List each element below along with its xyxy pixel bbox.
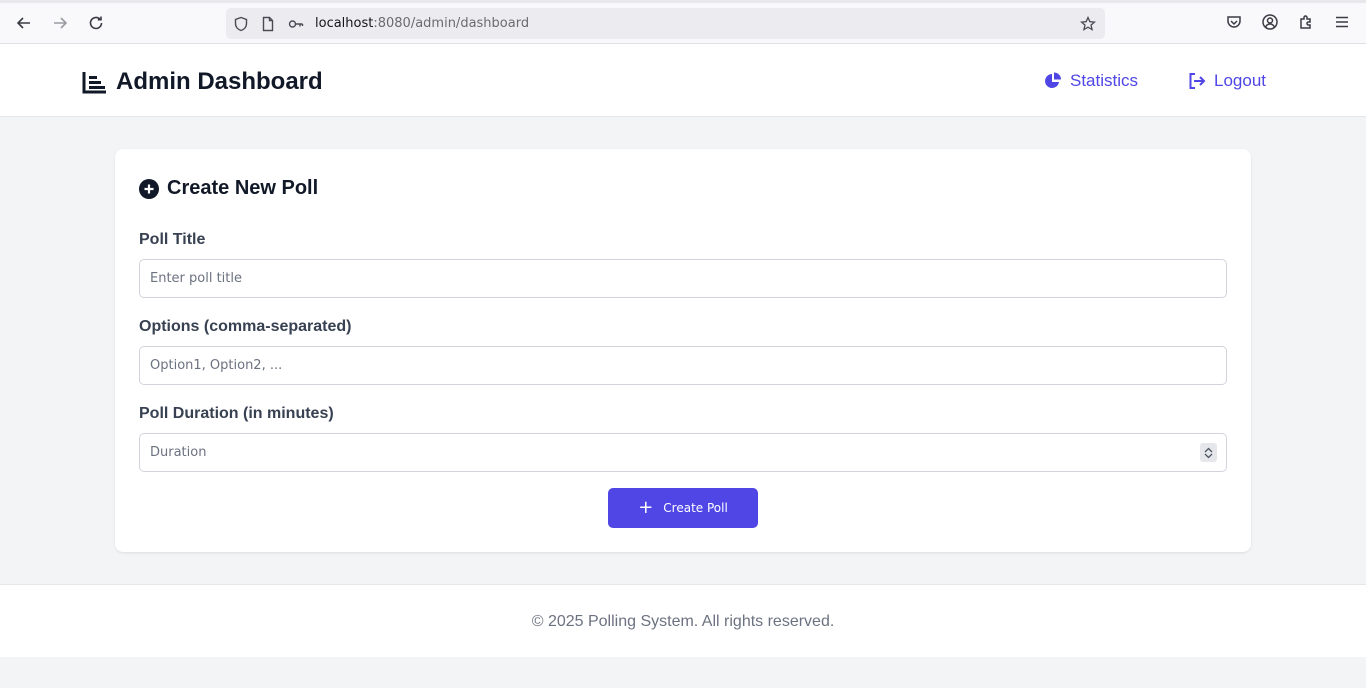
shield-icon[interactable]	[232, 15, 250, 33]
footer-copyright: © 2025 Polling System. All rights reserv…	[531, 613, 835, 630]
footer: © 2025 Polling System. All rights reserv…	[0, 584, 1366, 657]
poll-title-label: Poll Title	[139, 231, 206, 248]
menu-icon[interactable]	[1332, 12, 1352, 32]
poll-title-input[interactable]	[139, 259, 1227, 298]
duration-label: Poll Duration (in minutes)	[139, 405, 334, 422]
url-path: :8080/admin/dashboard	[373, 16, 530, 31]
url-bar[interactable]: localhost:8080/admin/dashboard	[226, 8, 1105, 39]
plus-circle-icon	[139, 178, 159, 199]
options-input[interactable]	[139, 346, 1227, 385]
reload-icon[interactable]	[85, 12, 107, 34]
logout-icon	[1189, 73, 1206, 89]
brand: Admin Dashboard	[82, 68, 323, 96]
options-label: Options (comma-separated)	[139, 318, 352, 335]
card-heading: Create New Poll	[139, 177, 318, 200]
card-title: Create New Poll	[167, 177, 319, 199]
create-poll-button[interactable]: + Create Poll	[608, 488, 758, 528]
browser-toolbar: localhost:8080/admin/dashboard	[0, 0, 1366, 44]
url-host: localhost	[315, 16, 374, 31]
statistics-link[interactable]: Statistics	[1044, 71, 1138, 91]
back-arrow-icon[interactable]	[13, 12, 35, 34]
logout-link[interactable]: Logout	[1188, 71, 1266, 91]
extensions-icon[interactable]	[1296, 12, 1316, 32]
url-text[interactable]: localhost:8080/admin/dashboard	[315, 16, 529, 31]
app-header: Admin Dashboard Statistics Logout	[0, 44, 1366, 117]
account-icon[interactable]	[1260, 12, 1280, 32]
duration-field	[139, 433, 1227, 472]
chevron-down-icon[interactable]	[1204, 453, 1213, 459]
plus-icon: +	[638, 497, 654, 518]
pie-chart-icon	[1045, 72, 1061, 88]
statistics-label: Statistics	[1070, 71, 1139, 90]
duration-stepper[interactable]	[1200, 443, 1217, 462]
bookmark-star-icon[interactable]	[1079, 15, 1097, 33]
key-icon[interactable]	[287, 15, 305, 33]
create-poll-label: Create Poll	[663, 501, 728, 515]
forward-arrow-icon[interactable]	[49, 12, 71, 34]
page-title: Admin Dashboard	[116, 68, 323, 95]
page-icon[interactable]	[259, 15, 277, 33]
duration-input[interactable]	[139, 433, 1227, 472]
logout-label: Logout	[1214, 71, 1266, 90]
tab-strip-edge	[0, 0, 1366, 3]
chart-bar-icon	[82, 72, 106, 94]
create-poll-card: Create New Poll Poll Title Options (comm…	[115, 149, 1251, 552]
pocket-icon[interactable]	[1224, 12, 1244, 32]
